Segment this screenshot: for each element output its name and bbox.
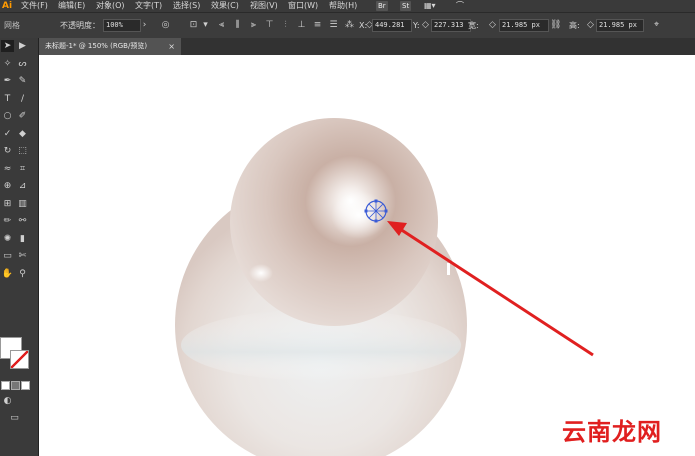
constrain-proportions-icon[interactable]: ⛓ <box>550 20 561 30</box>
selection-tool-icon[interactable]: ➤ <box>1 40 14 52</box>
pearl-highlight <box>331 191 387 239</box>
bridge-button[interactable]: Br <box>376 1 388 11</box>
control-left-label: 网格 <box>4 21 20 30</box>
close-tab-icon[interactable]: × <box>168 38 175 55</box>
menu-edit[interactable]: 编辑(E) <box>58 0 85 12</box>
opacity-input[interactable]: 100% <box>103 19 141 32</box>
symbol-sprayer-tool-icon[interactable]: ✺ <box>1 233 14 245</box>
curvature-tool-icon[interactable]: ✎ <box>16 75 29 87</box>
opacity-label: 不透明度： <box>60 21 100 30</box>
magic-wand-tool-icon[interactable]: ✧ <box>1 58 14 70</box>
opacity-arrow-icon[interactable]: › <box>139 20 150 30</box>
width-tool-icon[interactable]: ≈ <box>1 163 14 175</box>
document-tab[interactable]: 未标题-1* @ 150% (RGB/预览) × <box>39 38 181 55</box>
hand-tool-icon[interactable]: ✋ <box>1 268 14 280</box>
column-graph-tool-icon[interactable]: ▮ <box>16 233 29 245</box>
rotate-tool-icon[interactable]: ↻ <box>1 145 14 157</box>
align-to-dropdown-icon[interactable]: ▾ <box>200 20 211 30</box>
height-label: 高: <box>569 21 580 30</box>
artboard-canvas[interactable]: 云南龙网 <box>39 55 695 456</box>
lasso-tool-icon[interactable]: ᔕ <box>16 58 29 70</box>
align-left-icon[interactable]: ⫷ <box>216 20 227 30</box>
zoom-tool-icon[interactable]: ⚲ <box>16 268 29 280</box>
document-tab-title: 未标题-1* @ 150% (RGB/预览) <box>45 42 148 50</box>
shaper-tool-icon[interactable]: ✓ <box>1 128 14 140</box>
line-tool-icon[interactable]: / <box>16 93 29 105</box>
blend-tool-icon[interactable]: ⚯ <box>16 215 29 227</box>
shape-builder-tool-icon[interactable]: ⊕ <box>1 180 14 192</box>
reference-point-icon[interactable]: ⁂ <box>344 20 355 30</box>
tools-panel: ➤ ▶ ✧ ᔕ ✒ ✎ T / ○ ✐ ✓ ◆ ↻ ⬚ ≈ ⌗ ⊕ ⊿ ⊞ ▥ ✏ ⚯ ✺ ▮ ▭ ✄ ✋ ⚲ ◐ ▭ <box>0 38 39 456</box>
menu-select[interactable]: 选择(S) <box>173 0 200 12</box>
artwork <box>175 118 594 456</box>
width-label: 宽: <box>468 21 479 30</box>
document-tab-bar: 未标题-1* @ 150% (RGB/预览) × <box>39 38 695 55</box>
sync-icon[interactable]: ⌒ <box>456 0 464 12</box>
align-hcenter-icon[interactable]: ⫼ <box>232 20 243 30</box>
menu-bar: Ai 文件(F) 编辑(E) 对象(O) 文字(T) 选择(S) 效果(C) 视… <box>0 0 695 12</box>
distribute-top-icon[interactable]: ≡ <box>312 20 323 30</box>
none-mode-icon[interactable] <box>21 381 30 390</box>
pen-tool-icon[interactable]: ✒ <box>1 75 14 87</box>
height-stepper-icon[interactable]: ◇ <box>587 20 594 30</box>
workspace-switcher-icon[interactable]: ▦▾ <box>424 0 436 12</box>
perspective-grid-tool-icon[interactable]: ⊿ <box>16 180 29 192</box>
align-top-icon[interactable]: ⊤ <box>264 20 275 30</box>
y-stepper-icon[interactable]: ◇ <box>422 20 429 30</box>
ellipse-tool-icon[interactable]: ○ <box>1 110 14 122</box>
x-input[interactable]: 449.281 <box>372 19 412 32</box>
height-input[interactable]: 21.985 px <box>596 19 644 32</box>
slice-tool-icon[interactable]: ✄ <box>16 250 29 262</box>
screen-mode-icon[interactable]: ▭ <box>8 412 21 424</box>
control-bar: 网格 不透明度： 100% › ◎ ⊡ ▾ ⫷ ⫼ ⫸ ⊤ ⫶ ⊥ ≡ ☰ ⁂ … <box>0 12 695 39</box>
pearl-side-highlight <box>249 264 273 282</box>
type-tool-icon[interactable]: T <box>1 93 14 105</box>
scale-tool-icon[interactable]: ⬚ <box>16 145 29 157</box>
gradient-mode-icon[interactable] <box>11 381 20 390</box>
align-vcenter-icon[interactable]: ⫶ <box>280 20 291 30</box>
mesh-tool-icon[interactable]: ⊞ <box>1 198 14 210</box>
gradient-tool-icon[interactable]: ▥ <box>16 198 29 210</box>
watermark: 云南龙网 <box>562 418 662 446</box>
menu-object[interactable]: 对象(O) <box>96 0 125 12</box>
menu-window[interactable]: 窗口(W) <box>288 0 318 12</box>
eyedropper-tool-icon[interactable]: ✏ <box>1 215 14 227</box>
draw-mode-icon[interactable]: ◐ <box>1 395 14 407</box>
paintbrush-tool-icon[interactable]: ✐ <box>16 110 29 122</box>
align-bottom-icon[interactable]: ⊥ <box>296 20 307 30</box>
y-label: Y: <box>413 21 420 30</box>
eraser-tool-icon[interactable]: ◆ <box>16 128 29 140</box>
menu-view[interactable]: 视图(V) <box>250 0 278 12</box>
menu-effect[interactable]: 效果(C) <box>211 0 239 12</box>
y-input[interactable]: 227.313 <box>431 19 471 32</box>
align-to-icon[interactable]: ⊡ <box>188 20 199 30</box>
transform-icon[interactable]: ⌖ <box>651 20 662 30</box>
stroke-swatch[interactable] <box>10 350 29 369</box>
menu-type[interactable]: 文字(T) <box>135 0 162 12</box>
sparkle <box>447 263 450 275</box>
color-mode-icon[interactable] <box>1 381 10 390</box>
menu-help[interactable]: 帮助(H) <box>329 0 357 12</box>
artboard-tool-icon[interactable]: ▭ <box>1 250 14 262</box>
recolor-artwork-icon[interactable]: ◎ <box>160 20 171 30</box>
menu-file[interactable]: 文件(F) <box>21 0 48 12</box>
align-right-icon[interactable]: ⫸ <box>248 20 259 30</box>
free-transform-tool-icon[interactable]: ⌗ <box>16 163 29 175</box>
app-logo: Ai <box>2 1 13 11</box>
width-input[interactable]: 21.985 px <box>499 19 549 32</box>
distribute-center-icon[interactable]: ☰ <box>328 20 339 30</box>
direct-selection-tool-icon[interactable]: ▶ <box>16 40 29 52</box>
stock-button[interactable]: St <box>400 1 412 11</box>
width-stepper-icon[interactable]: ◇ <box>489 20 496 30</box>
